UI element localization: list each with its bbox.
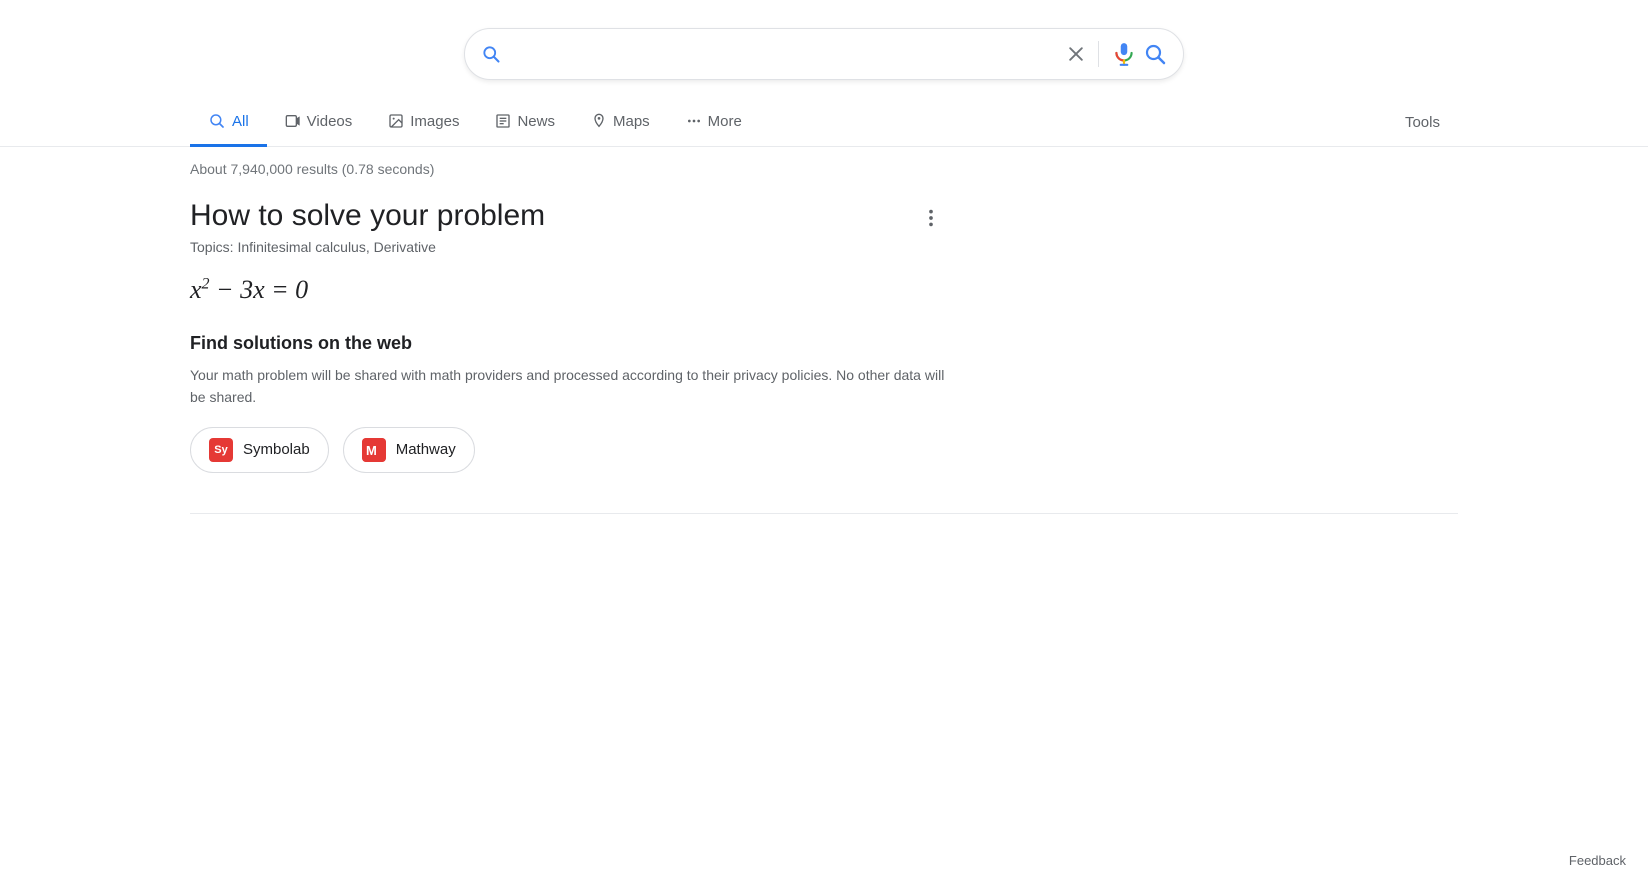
find-solutions-desc: Your math problem will be shared with ma…: [190, 364, 950, 409]
video-icon: [285, 113, 301, 129]
close-icon[interactable]: [1066, 44, 1086, 64]
tab-all-label: All: [232, 113, 249, 130]
svg-text:M: M: [366, 443, 377, 458]
math-equation: x2 − 3x = 0: [190, 275, 950, 305]
bottom-divider: [190, 513, 1458, 514]
news-icon: [495, 113, 511, 129]
tab-all[interactable]: All: [190, 98, 267, 147]
symbolab-button[interactable]: Sy Symbolab: [190, 427, 329, 473]
math-card-titles: How to solve your problem Topics: Infini…: [190, 199, 545, 275]
math-card-header: How to solve your problem Topics: Infini…: [190, 199, 950, 275]
search-divider: [1098, 41, 1099, 67]
search-bar: find the derivative of x^2-3x=0: [464, 28, 1184, 80]
math-card: How to solve your problem Topics: Infini…: [190, 199, 950, 473]
symbolab-logo: Sy: [209, 438, 233, 462]
tab-news-label: News: [517, 113, 555, 130]
all-tab-icon: [208, 112, 226, 130]
tab-maps[interactable]: Maps: [573, 99, 668, 147]
card-more-options-button[interactable]: [912, 203, 950, 239]
symbolab-label: Symbolab: [243, 441, 310, 458]
tools-button[interactable]: Tools: [1387, 100, 1458, 145]
math-providers: Sy Symbolab M Mathway: [190, 427, 950, 473]
image-icon: [388, 113, 404, 129]
search-input[interactable]: find the derivative of x^2-3x=0: [511, 44, 1066, 65]
more-dots-icon: [686, 113, 702, 129]
mathway-logo: M: [362, 438, 386, 462]
tab-videos[interactable]: Videos: [267, 99, 371, 147]
tab-more-label: More: [708, 113, 742, 130]
nav-tabs: All Videos Images: [0, 98, 1648, 147]
tab-maps-label: Maps: [613, 113, 650, 130]
results-stats: About 7,940,000 results (0.78 seconds): [190, 161, 1458, 177]
math-card-title: How to solve your problem: [190, 199, 545, 233]
tab-more[interactable]: More: [668, 99, 760, 147]
search-bar-container: find the derivative of x^2-3x=0: [0, 0, 1648, 98]
tab-images[interactable]: Images: [370, 99, 477, 147]
mic-icon[interactable]: [1111, 41, 1137, 67]
search-button[interactable]: [1143, 42, 1167, 66]
tools-label: Tools: [1405, 114, 1440, 131]
tab-images-label: Images: [410, 113, 459, 130]
results-area: About 7,940,000 results (0.78 seconds) H…: [0, 147, 1648, 514]
tab-news[interactable]: News: [477, 99, 573, 147]
tab-videos-label: Videos: [307, 113, 353, 130]
math-topics: Topics: Infinitesimal calculus, Derivati…: [190, 239, 545, 255]
feedback-label[interactable]: Feedback: [1569, 853, 1626, 868]
mathway-button[interactable]: M Mathway: [343, 427, 475, 473]
feedback-bar: Feedback: [1547, 839, 1648, 882]
map-pin-icon: [591, 113, 607, 129]
mathway-label: Mathway: [396, 441, 456, 458]
google-search-icon: [481, 44, 501, 64]
find-solutions-title: Find solutions on the web: [190, 333, 950, 354]
